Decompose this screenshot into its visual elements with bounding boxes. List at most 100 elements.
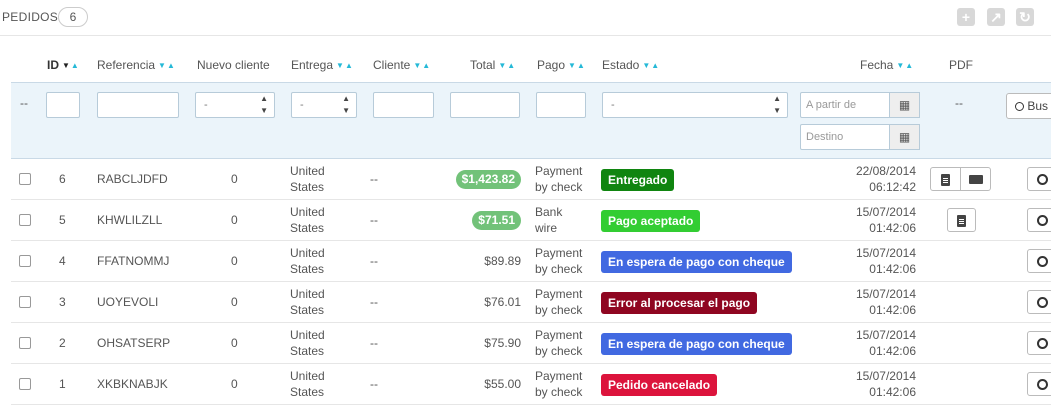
order-payment: Payment by check [535,287,583,317]
view-order-button[interactable] [1027,290,1051,314]
filter-new-customer-select[interactable]: - ▲ ▼ [195,92,275,118]
filter-delivery-select[interactable]: - ▲ ▼ [291,92,357,118]
order-total-cell: $89.89 [411,241,521,282]
col-delivery[interactable]: Entrega ▼▲ [291,58,354,72]
table-row[interactable]: 3 UOYEVOLI 0 United States -- $76.01 Payment by … [11,282,1051,323]
order-new-customer: 0 [231,377,238,391]
order-new-customer: 0 [231,336,238,350]
filter-pdf-dash: -- [955,96,963,110]
refresh-icon[interactable]: ↻ [1016,8,1034,26]
order-customer: -- [370,213,378,227]
invoice-button[interactable] [947,208,976,232]
view-order-button[interactable] [1027,331,1051,355]
status-badge: Entregado [601,169,675,191]
col-payment[interactable]: Pago ▼▲ [537,58,586,72]
order-delivery: United States [290,369,325,399]
order-reference: KHWLILZLL [97,213,163,227]
status-badge: En espera de pago con cheque [601,251,792,273]
table-row[interactable]: 2 OHSATSERP 0 United States -- $75.90 Payment by… [11,323,1051,364]
col-date[interactable]: Fecha ▼▲ [860,58,914,72]
order-payment: Payment by check [535,369,583,399]
order-payment: Payment by check [535,328,583,358]
filter-payment-input[interactable] [536,92,586,118]
order-customer: -- [370,295,378,309]
filter-date-from-input[interactable]: A partir de [800,92,890,118]
order-id: 6 [59,172,66,186]
table-row[interactable]: 6 RABCLJDFD 0 United States -- $1,423.82 Paymen… [11,159,1051,200]
zoom-icon [1036,379,1048,391]
order-payment: Payment by check [535,164,583,194]
order-reference: UOYEVOLI [97,295,159,309]
order-payment: Bank wire [535,205,563,235]
row-checkbox[interactable] [19,255,31,267]
order-id: 4 [59,254,66,268]
order-total-cell: $1,423.82 [411,159,521,200]
filter-dash: -- [20,96,28,110]
filter-customer-input[interactable] [373,92,434,118]
order-total: $75.90 [484,336,521,350]
search-icon [1015,102,1024,112]
filter-reference-input[interactable] [97,92,179,118]
order-new-customer: 0 [231,295,238,309]
order-total: $76.01 [484,295,521,309]
row-checkbox[interactable] [19,214,31,226]
row-checkbox[interactable] [19,173,31,185]
order-customer: -- [370,254,378,268]
view-order-button[interactable] [1027,249,1051,273]
zoom-icon [1036,174,1048,186]
plus-icon[interactable]: + [957,8,975,26]
order-total-cell: $75.90 [411,323,521,364]
filter-status-select[interactable]: - ▲ ▼ [602,92,788,118]
order-total-cell: $76.01 [411,282,521,323]
order-reference: OHSATSERP [97,336,171,350]
invoice-button[interactable] [930,167,961,191]
table-row[interactable]: 5 KHWLILZLL 0 United States -- $71.51 Bank wire P… [11,200,1051,241]
zoom-icon [1036,297,1048,309]
filter-row: -- - ▲ ▼ - ▲ ▼ - ▲ ▼ A partir de ▦ Destino ▦ -… [11,82,1051,159]
zoom-icon [1036,338,1048,350]
table-row[interactable]: 4 FFATNOMMJ 0 United States -- $89.89 Payment by… [11,241,1051,282]
search-button[interactable]: Bus [1006,93,1051,119]
row-checkbox[interactable] [19,378,31,390]
order-delivery: United States [290,246,325,276]
filter-id-input[interactable] [46,92,80,118]
order-total-badge: $1,423.82 [455,170,521,189]
export-icon[interactable]: ↗ [987,8,1005,26]
view-order-button[interactable] [1027,167,1051,191]
col-total[interactable]: Total ▼▲ [470,58,516,72]
filter-total-input[interactable] [450,92,520,118]
order-new-customer: 0 [231,172,238,186]
delivery-slip-button[interactable] [960,167,991,191]
calendar-icon[interactable]: ▦ [890,92,920,118]
order-delivery: United States [290,328,325,358]
col-reference[interactable]: Referencia ▼▲ [97,58,176,72]
col-customer[interactable]: Cliente ▼▲ [373,58,431,72]
document-icon [941,173,950,186]
col-status[interactable]: Estado ▼▲ [602,58,660,72]
order-total-badge: $71.51 [472,211,521,230]
order-id: 5 [59,213,66,227]
order-new-customer: 0 [231,254,238,268]
order-total-cell: $71.51 [411,200,521,241]
view-order-button[interactable] [1027,208,1051,232]
truck-icon [968,175,983,185]
status-badge: Error al procesar el pago [601,292,758,314]
document-icon [957,214,966,227]
order-payment: Payment by check [535,246,583,276]
order-total-cell: $55.00 [411,364,521,405]
col-pdf: PDF [949,58,973,72]
order-customer: -- [370,336,378,350]
order-total: $89.89 [484,254,521,268]
calendar-icon[interactable]: ▦ [890,124,920,150]
table-row[interactable]: 1 XKBKNABJK 0 United States -- $55.00 Payment by… [11,364,1051,405]
col-id[interactable]: ID ▼▲ [47,58,80,72]
col-new-customer: Nuevo cliente [197,58,270,72]
order-reference: FFATNOMMJ [97,254,170,268]
order-customer: -- [370,377,378,391]
order-reference: RABCLJDFD [97,172,168,186]
row-checkbox[interactable] [19,337,31,349]
filter-date-to-input[interactable]: Destino [800,124,890,150]
orders-count-badge: 6 [58,7,88,27]
row-checkbox[interactable] [19,296,31,308]
view-order-button[interactable] [1027,372,1051,396]
